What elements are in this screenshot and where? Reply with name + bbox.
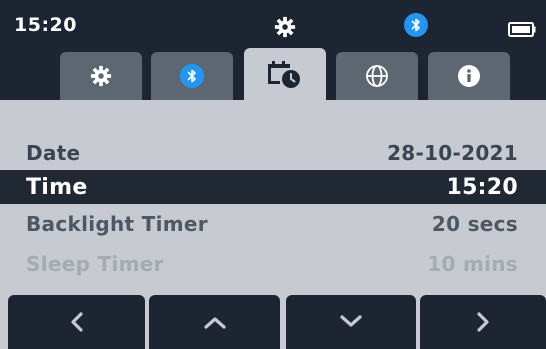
date-row[interactable]: Date 28-10-2021: [0, 136, 546, 170]
tab-language[interactable]: [336, 52, 418, 100]
chevron-left-icon: [70, 312, 83, 332]
time-row[interactable]: Time 15:20: [0, 170, 546, 204]
date-label: Date: [26, 141, 81, 165]
sleep-timer-row[interactable]: Sleep Timer 10 mins: [0, 247, 546, 281]
backlight-timer-value: 20 secs: [431, 212, 518, 236]
gear-icon: [274, 16, 296, 38]
time-label: Time: [26, 174, 88, 200]
navigation-bar: [0, 293, 546, 349]
tab-bar: [0, 48, 546, 100]
up-button[interactable]: [149, 295, 280, 349]
sleep-timer-value: 10 mins: [427, 252, 518, 276]
chevron-up-icon: [203, 317, 226, 329]
chevron-down-icon: [340, 315, 362, 327]
device-screen: 15:20 Date 28-10-2021 Time 15:20 Backlig…: [0, 0, 546, 349]
sleep-timer-label: Sleep Timer: [26, 252, 164, 276]
battery-icon: [508, 22, 536, 37]
globe-icon: [366, 65, 388, 87]
chevron-right-icon: [477, 312, 489, 332]
tab-bluetooth[interactable]: [151, 52, 233, 100]
down-button[interactable]: [286, 295, 416, 349]
tab-settings[interactable]: [60, 52, 142, 100]
date-value: 28-10-2021: [387, 141, 518, 165]
tab-info[interactable]: [428, 52, 510, 100]
calendar-clock-icon: [268, 61, 300, 88]
bluetooth-icon: [180, 64, 204, 88]
bluetooth-icon: [404, 13, 428, 37]
gear-icon: [90, 65, 112, 87]
time-value: 15:20: [446, 174, 518, 200]
left-button[interactable]: [8, 295, 145, 349]
right-button[interactable]: [420, 295, 546, 349]
info-icon: [458, 65, 480, 87]
status-time: 15:20: [14, 14, 77, 36]
backlight-timer-row[interactable]: Backlight Timer 20 secs: [0, 207, 546, 241]
settings-list: Date 28-10-2021 Time 15:20 Backlight Tim…: [0, 100, 546, 293]
status-bar: 15:20: [0, 0, 546, 50]
backlight-timer-label: Backlight Timer: [26, 212, 208, 236]
tab-date-time[interactable]: [244, 48, 326, 100]
